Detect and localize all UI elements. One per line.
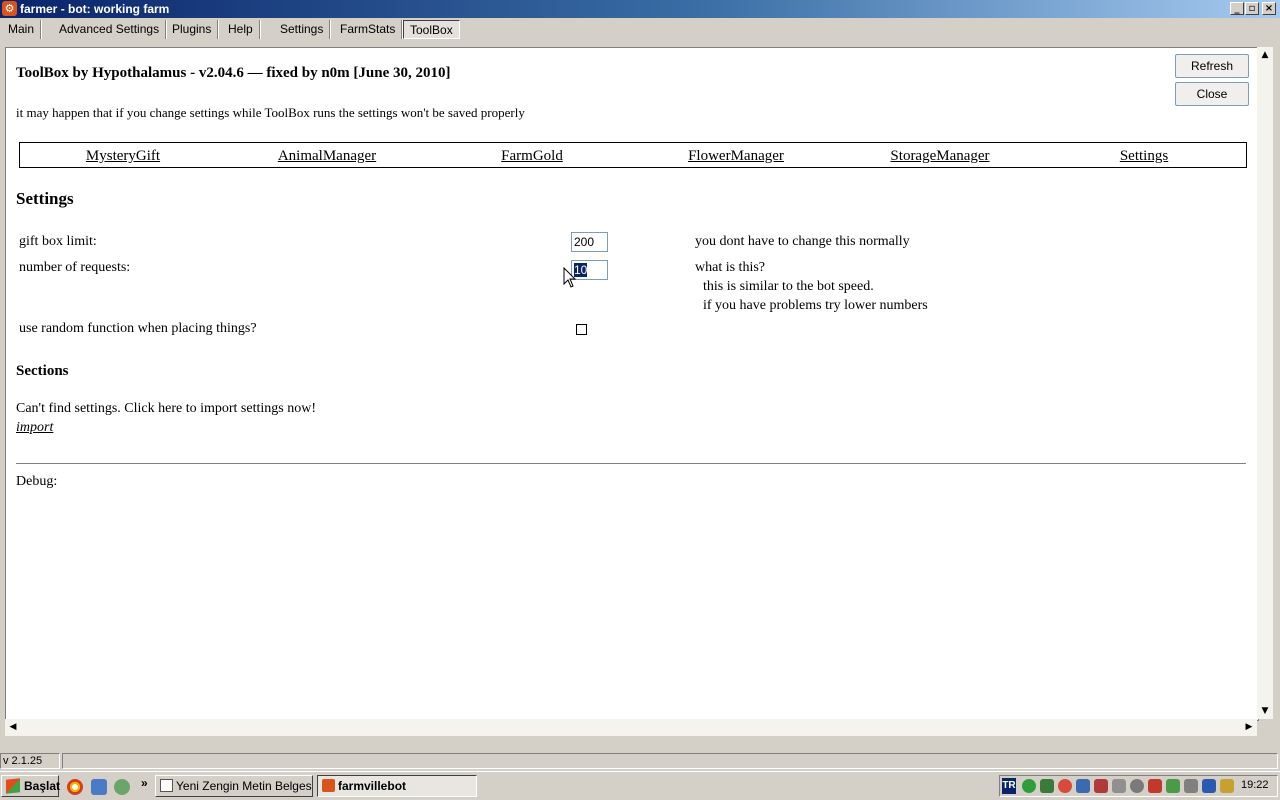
taskbar-item-document[interactable]: Yeni Zengin Metin Belgesi... [155, 775, 313, 797]
tray-tool-icon[interactable] [1220, 779, 1234, 793]
status-pane [62, 753, 1278, 769]
scroll-up-icon[interactable]: ▲ [1257, 47, 1273, 63]
sections-heading: Sections [16, 363, 69, 379]
refresh-button[interactable]: Refresh [1175, 54, 1249, 78]
farmer-icon [322, 779, 335, 792]
tab-help[interactable]: Help [222, 20, 260, 39]
quicklaunch-chevron-icon[interactable]: » [141, 776, 148, 790]
requests-hint-line-2: if you have problems try lower numbers [703, 298, 928, 313]
vertical-scrollbar[interactable]: ▲ ▼ [1257, 47, 1273, 719]
minimize-button[interactable]: _ [1230, 2, 1244, 15]
app-icon[interactable]: ⚙ [2, 1, 17, 16]
number-of-requests-label: number of requests: [19, 260, 131, 275]
users-icon[interactable] [114, 779, 130, 795]
tray-update-icon[interactable] [1166, 779, 1180, 793]
tab-farmstats[interactable]: FarmStats [334, 20, 403, 39]
taskbar-item-farmvillebot[interactable]: farmvillebot [317, 775, 477, 797]
system-tray: TR 19:22 [999, 775, 1278, 797]
tray-device-icon[interactable] [1112, 779, 1126, 793]
requests-hint-line-1: this is similar to the bot speed. [703, 279, 874, 294]
settings-heading: Settings [16, 189, 74, 208]
tray-antivirus-icon[interactable] [1058, 779, 1072, 793]
random-function-label: use random function when placing things? [19, 321, 257, 336]
nav-settings[interactable]: Settings [1120, 148, 1168, 165]
tab-plugins[interactable]: Plugins [166, 20, 219, 39]
window-title: farmer - bot: working farm [20, 2, 170, 16]
taskbar-item-label: farmvillebot [338, 779, 407, 793]
scroll-left-icon[interactable]: ◀ [5, 719, 21, 735]
tray-bluetooth-icon[interactable] [1202, 779, 1216, 793]
tray-network-icon[interactable] [1040, 779, 1054, 793]
tray-green-icon[interactable] [1022, 779, 1036, 793]
divider [16, 463, 1246, 465]
gift-box-limit-hint: you dont have to change this normally [695, 234, 910, 249]
scroll-right-icon[interactable]: ▶ [1241, 719, 1257, 735]
tab-main[interactable]: Main [2, 20, 42, 39]
tray-display-icon[interactable] [1184, 779, 1198, 793]
nav-animalmanager[interactable]: AnimalManager [278, 148, 376, 165]
gift-box-limit-label: gift box limit: [19, 234, 97, 249]
document-icon [160, 779, 173, 792]
windows-logo-icon [6, 778, 20, 794]
mouse-cursor-icon [563, 267, 577, 288]
taskbar-item-label: Yeni Zengin Metin Belgesi... [176, 779, 313, 793]
email-icon[interactable] [91, 779, 107, 795]
tray-volume-icon[interactable] [1130, 779, 1144, 793]
horizontal-scrollbar[interactable]: ◀ ▶ [5, 719, 1257, 736]
import-link[interactable]: import [16, 420, 53, 436]
nav-mysterygift[interactable]: MysteryGift [86, 148, 160, 165]
tab-settings[interactable]: Settings [274, 20, 331, 39]
tab-toolbox[interactable]: ToolBox [403, 20, 460, 39]
tab-advanced-settings[interactable]: Advanced Settings [53, 20, 167, 39]
close-button[interactable]: Close [1175, 82, 1249, 106]
language-indicator[interactable]: TR [1002, 778, 1016, 794]
clock[interactable]: 19:22 [1241, 779, 1269, 791]
maximize-button[interactable]: ▫ [1245, 2, 1259, 15]
start-button[interactable]: Başlat [1, 775, 61, 797]
tray-monitor-icon[interactable] [1076, 779, 1090, 793]
nav-flowermanager[interactable]: FlowerManager [688, 148, 784, 165]
version-label: v 2.1.25 [0, 753, 60, 769]
sections-message: Can't find settings. Click here to impor… [16, 401, 316, 416]
page-title: ToolBox by Hypothalamus - v2.04.6 — fixe… [16, 65, 451, 81]
nav-storagemanager[interactable]: StorageManager [890, 148, 989, 165]
start-label: Başlat [24, 779, 61, 793]
debug-label: Debug: [16, 474, 58, 489]
nav-farmgold[interactable]: FarmGold [501, 148, 563, 165]
chrome-icon[interactable] [67, 779, 83, 795]
tab-bar: Main Advanced Settings Plugins Help Sett… [0, 18, 1280, 42]
taskbar: Başlat » Yeni Zengin Metin Belgesi... fa… [0, 771, 1280, 800]
toolbox-panel: ToolBox by Hypothalamus - v2.04.6 — fixe… [5, 47, 1259, 721]
tray-connection-icon[interactable] [1094, 779, 1108, 793]
status-bar: v 2.1.25 [0, 752, 1280, 770]
close-window-button[interactable]: × [1262, 2, 1276, 15]
requests-hint-question: what is this? [695, 260, 765, 275]
random-function-checkbox[interactable] [576, 324, 587, 335]
scroll-down-icon[interactable]: ▼ [1257, 703, 1273, 719]
warning-text: it may happen that if you change setting… [16, 105, 525, 120]
tray-app-icon[interactable] [1148, 779, 1162, 793]
title-bar[interactable]: ⚙ farmer - bot: working farm _ ▫ × [0, 0, 1280, 18]
toolbox-nav: MysteryGift AnimalManager FarmGold Flowe… [19, 142, 1247, 168]
gift-box-limit-input[interactable]: 200 [571, 232, 608, 252]
